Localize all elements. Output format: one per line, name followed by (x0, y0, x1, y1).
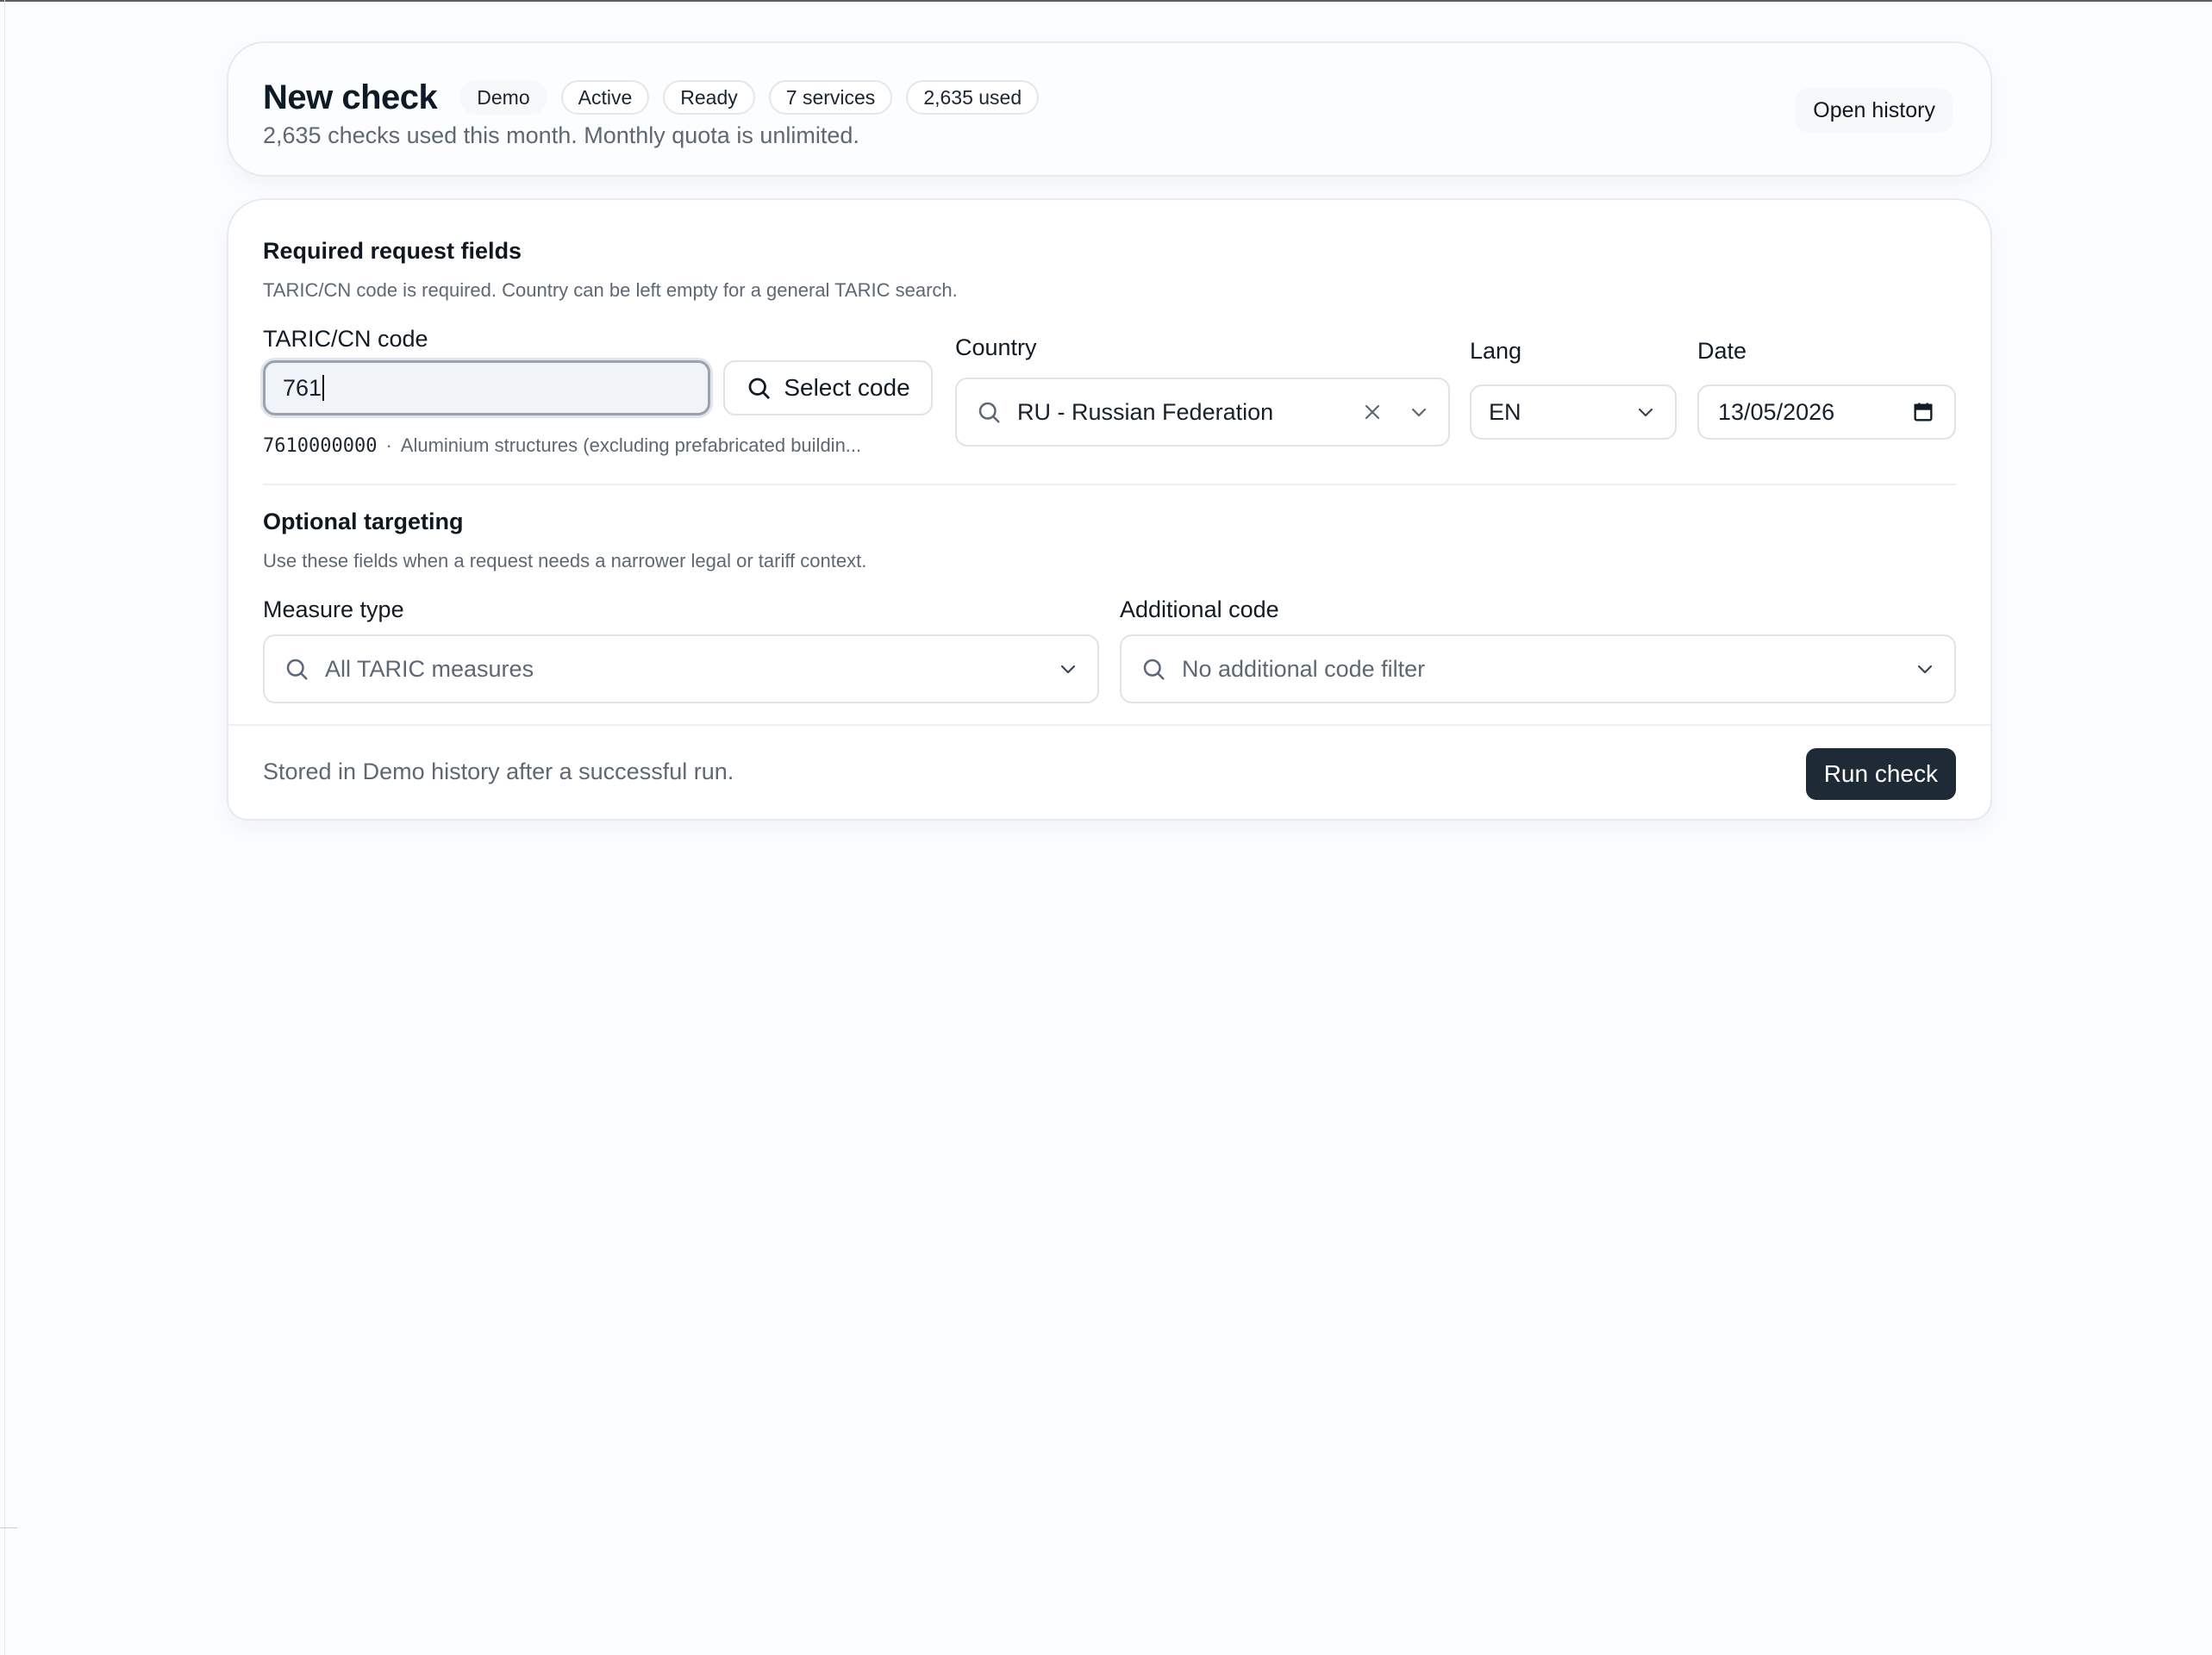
measure-type-label: Measure type (263, 596, 404, 622)
measure-type-placeholder: All TARIC measures (325, 655, 534, 682)
measure-actions (1058, 659, 1078, 679)
check-form-card: Required request fields TARIC/CN code is… (227, 198, 1992, 821)
required-section-description: TARIC/CN code is required. Country can b… (263, 279, 958, 301)
chevron-down-icon (1635, 402, 1656, 422)
suggestion-separator: · (385, 434, 392, 456)
taric-code-value: 761 (283, 374, 322, 401)
window-top-border (0, 0, 2212, 2)
search-icon (1140, 656, 1166, 682)
measure-type-select[interactable]: All TARIC measures (263, 634, 1099, 703)
select-code-button[interactable]: Select code (723, 360, 933, 415)
badge-demo: Demo (459, 80, 547, 115)
date-actions (1911, 400, 1935, 424)
form-footer: Stored in Demo history after a successfu… (228, 724, 1990, 821)
additional-code-placeholder: No additional code filter (1182, 655, 1426, 682)
optional-section-title: Optional targeting (263, 509, 464, 534)
badge-services: 7 services (768, 80, 893, 115)
code-suggestion[interactable]: 7610000000 · Aluminium structures (excludi… (263, 434, 944, 457)
badge-active: Active (560, 80, 650, 115)
badge-used: 2,635 used (906, 80, 1040, 115)
header-card: New check Demo Active Ready 7 services 2… (227, 41, 1992, 177)
open-history-button[interactable]: Open history (1796, 88, 1953, 133)
close-icon[interactable] (1362, 402, 1383, 422)
taric-code-label: TARIC/CN code (263, 326, 428, 352)
lang-select[interactable]: EN (1470, 384, 1677, 440)
date-input[interactable]: 13/05/2026 (1697, 384, 1956, 440)
footer-note: Stored in Demo history after a successfu… (263, 759, 734, 784)
addcode-actions (1915, 659, 1935, 679)
additional-code-select[interactable]: No additional code filter (1120, 634, 1956, 703)
date-label: Date (1697, 338, 1747, 364)
suggestion-code: 7610000000 (263, 435, 378, 457)
chevron-down-icon (1058, 659, 1078, 679)
additional-code-label: Additional code (1120, 596, 1279, 622)
calendar-icon[interactable] (1911, 400, 1935, 424)
optional-section-description: Use these fields when a request needs a … (263, 550, 867, 571)
search-icon (746, 375, 772, 401)
edge-marker (0, 1527, 17, 1528)
required-section-title: Required request fields (263, 238, 522, 264)
quota-subtitle: 2,635 checks used this month. Monthly qu… (263, 122, 859, 148)
text-caret (322, 375, 325, 401)
taric-code-input[interactable]: 761 (263, 360, 710, 415)
country-select[interactable]: RU - Russian Federation (955, 378, 1450, 447)
country-actions (1362, 402, 1429, 422)
run-check-button[interactable]: Run check (1805, 748, 1956, 800)
suggestion-description: Aluminium structures (excluding prefabri… (400, 434, 862, 456)
badge-ready: Ready (663, 80, 755, 115)
date-value: 13/05/2026 (1718, 398, 1835, 425)
chevron-down-icon[interactable] (1409, 402, 1429, 422)
window-left-border (4, 0, 5, 1655)
chevron-down-icon (1915, 659, 1935, 679)
select-code-label: Select code (784, 374, 910, 401)
lang-label: Lang (1470, 338, 1522, 364)
search-icon (976, 399, 1002, 425)
country-label: Country (955, 334, 1037, 360)
lang-value: EN (1489, 398, 1522, 425)
section-divider (263, 484, 1956, 485)
lang-actions (1635, 402, 1656, 422)
country-value: RU - Russian Federation (1017, 398, 1274, 425)
page-title: New check (263, 78, 438, 116)
title-row: New check Demo Active Ready 7 services 2… (263, 67, 1040, 128)
search-icon (284, 656, 309, 682)
